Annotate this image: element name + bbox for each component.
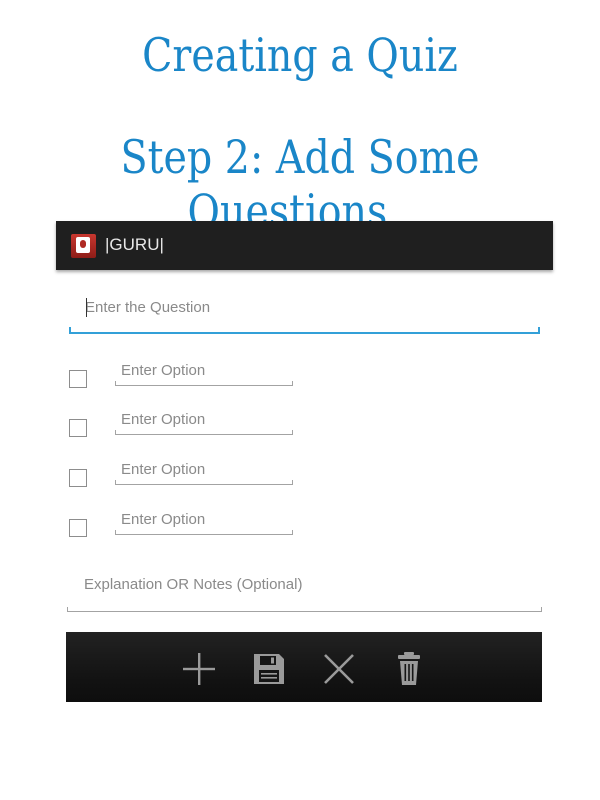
question-underline: [69, 327, 540, 334]
question-input[interactable]: Enter the Question: [69, 290, 540, 336]
option-checkbox[interactable]: [69, 419, 87, 437]
notes-input[interactable]: Explanation OR Notes (Optional): [67, 570, 542, 612]
option-row: Enter Option: [69, 461, 299, 491]
option-row: Enter Option: [69, 511, 299, 541]
bottom-action-bar: [66, 632, 542, 702]
option-input[interactable]: Enter Option: [115, 362, 293, 386]
app-logo-icon[interactable]: [71, 234, 96, 258]
option-input[interactable]: Enter Option: [115, 411, 293, 435]
option-placeholder: Enter Option: [121, 461, 206, 478]
cancel-icon[interactable]: [319, 649, 359, 689]
option-input[interactable]: Enter Option: [115, 461, 293, 485]
text-cursor: [86, 298, 87, 317]
option-placeholder: Enter Option: [121, 511, 206, 528]
question-placeholder: Enter the Question: [85, 299, 211, 316]
option-row: Enter Option: [69, 362, 299, 392]
page-title: Creating a Quiz: [142, 28, 458, 82]
delete-icon[interactable]: [389, 649, 429, 689]
notes-placeholder: Explanation OR Notes (Optional): [84, 576, 303, 593]
option-placeholder: Enter Option: [121, 411, 206, 428]
option-checkbox[interactable]: [69, 469, 87, 487]
option-input[interactable]: Enter Option: [115, 511, 293, 535]
action-bar: |GURU|: [56, 221, 553, 270]
app-title: |GURU|: [105, 235, 164, 254]
save-icon[interactable]: [249, 649, 289, 689]
option-checkbox[interactable]: [69, 370, 87, 388]
add-icon[interactable]: [179, 649, 219, 689]
option-row: Enter Option: [69, 411, 299, 441]
option-placeholder: Enter Option: [121, 362, 206, 379]
option-checkbox[interactable]: [69, 519, 87, 537]
